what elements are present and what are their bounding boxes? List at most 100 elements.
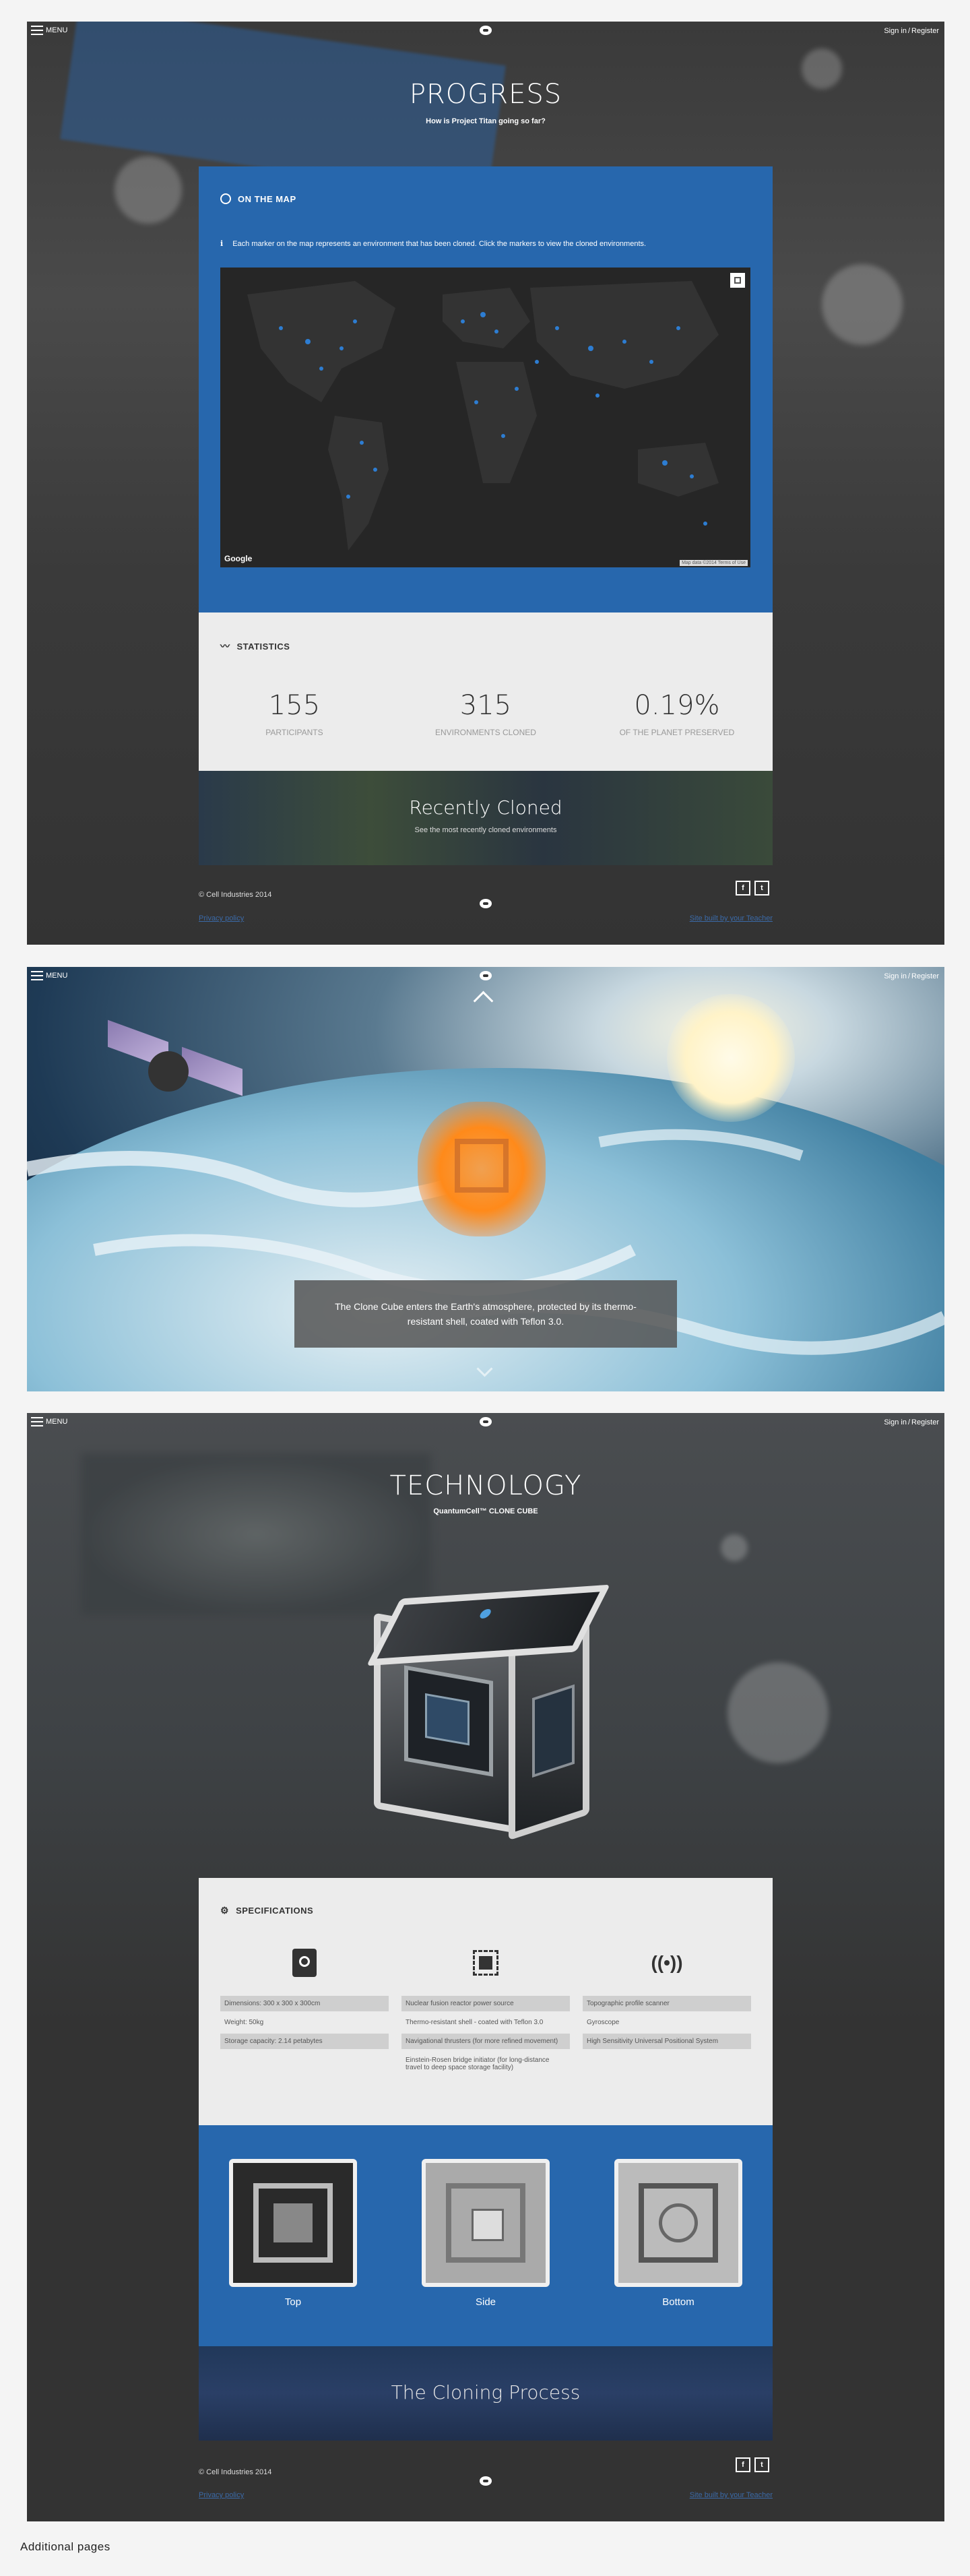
privacy-link[interactable]: Privacy policy xyxy=(199,2491,244,2499)
blurred-orb xyxy=(115,156,182,224)
globe-icon xyxy=(220,193,231,204)
hamburger-icon xyxy=(31,26,43,35)
stat-label: ENVIRONMENTS CLONED xyxy=(434,728,536,737)
menu-label: MENU xyxy=(46,26,68,34)
footer-logo-icon[interactable] xyxy=(480,899,492,908)
recently-cloned-banner[interactable]: Recently Cloned See the most recently cl… xyxy=(199,771,773,865)
spec-item: Storage capacity: 2.14 petabytes xyxy=(220,2034,389,2049)
spec-item: High Sensitivity Universal Positional Sy… xyxy=(583,2034,751,2049)
google-logo: Google xyxy=(224,554,253,563)
sign-in-link[interactable]: Sign in xyxy=(884,972,907,980)
spec-item: Dimensions: 300 x 300 x 300cm xyxy=(220,1996,389,2011)
sun-glow xyxy=(667,994,795,1122)
cube-view-bottom[interactable]: Bottom xyxy=(614,2159,742,2308)
menu-button[interactable]: MENU xyxy=(31,26,67,35)
auth-links: Sign in / Register xyxy=(884,972,939,980)
specifications-heading: ⚙ SPECIFICATIONS xyxy=(220,1905,313,1916)
spec-item: Navigational thrusters (for more refined… xyxy=(401,2034,570,2049)
credit-link[interactable]: Site built by your Teacher xyxy=(690,914,773,922)
stat-label: OF THE PLANET PRESERVED xyxy=(619,728,735,737)
sign-in-link[interactable]: Sign in xyxy=(884,1418,907,1426)
cube-side-image xyxy=(422,2159,550,2287)
stat-value: 0.19% xyxy=(634,690,720,721)
statistics-row: 155 PARTICIPANTS 315 ENVIRONMENTS CLONED… xyxy=(199,690,773,737)
atmosphere-page-panel: MENU Sign in / Register The Clone Cube ent… xyxy=(27,967,944,1391)
auth-separator: / xyxy=(907,1418,911,1426)
specifications-heading-label: SPECIFICATIONS xyxy=(236,1906,314,1916)
map-section: ON THE MAP i Each marker on the map repr… xyxy=(199,166,773,612)
map-attribution[interactable]: Map data ©2014 Terms of Use xyxy=(680,560,748,566)
hamburger-icon xyxy=(31,971,43,980)
burning-clone-cube xyxy=(418,1102,546,1236)
facebook-icon[interactable]: f xyxy=(736,2457,750,2472)
social-links: f t xyxy=(736,881,769,896)
story-caption: The Clone Cube enters the Earth's atmosp… xyxy=(335,1301,637,1327)
menu-label: MENU xyxy=(46,1418,68,1426)
map-info: i Each marker on the map represents an e… xyxy=(220,239,646,248)
menu-button[interactable]: MENU xyxy=(31,1417,67,1426)
stat-value: 315 xyxy=(459,690,512,721)
map-info-text: Each marker on the map represents an env… xyxy=(232,239,647,248)
statistics-heading-label: STATISTICS xyxy=(236,641,290,652)
cloning-process-banner[interactable]: The Cloning Process xyxy=(199,2346,773,2441)
auth-separator: / xyxy=(907,27,911,35)
cube-bottom-image xyxy=(614,2159,742,2287)
copyright: © Cell Industries 2014 xyxy=(199,891,272,899)
spec-item: Topographic profile scanner xyxy=(583,1996,751,2011)
specifications-section: ⚙ SPECIFICATIONS Dimensions: 300 x 300 x… xyxy=(199,1878,773,2125)
map-heading: ON THE MAP xyxy=(220,193,296,204)
spec-column-power: Nuclear fusion reactor power source Ther… xyxy=(401,1949,570,2079)
register-link[interactable]: Register xyxy=(911,972,939,980)
facebook-icon[interactable]: f xyxy=(736,881,750,896)
satellite-icon xyxy=(108,1019,243,1096)
spec-item: Weight: 50kg xyxy=(224,2019,264,2026)
top-bar: MENU Sign in / Register xyxy=(27,22,944,40)
clone-cube-illustration[interactable] xyxy=(347,1584,616,1854)
cloning-process-title: The Cloning Process xyxy=(391,2381,581,2404)
stat-label: PARTICIPANTS xyxy=(265,728,323,737)
top-bar: MENU Sign in / Register xyxy=(27,967,944,986)
sign-in-link[interactable]: Sign in xyxy=(884,27,907,35)
page-title: PROGRESS xyxy=(409,79,562,110)
twitter-icon[interactable]: t xyxy=(754,2457,769,2472)
page-subtitle: How is Project Titan going so far? xyxy=(426,117,546,125)
register-link[interactable]: Register xyxy=(911,1418,939,1426)
spec-column-sensors: ((•)) Topographic profile scanner Gyrosc… xyxy=(583,1949,751,2079)
cube-view-top[interactable]: Top xyxy=(229,2159,357,2308)
spec-item: Einstein-Rosen bridge initiator (for lon… xyxy=(406,2056,550,2071)
stat-value: 155 xyxy=(268,690,321,721)
technology-page-panel: MENU Sign in / Register TECHNOLOGY Quantum… xyxy=(27,1413,944,2521)
cell-logo-icon[interactable] xyxy=(480,1417,492,1426)
progress-page-panel: MENU Sign in / Register PROGRESS How is Pr… xyxy=(27,22,944,945)
cube-top-image xyxy=(229,2159,357,2287)
cell-logo-icon[interactable] xyxy=(480,971,492,980)
fullscreen-icon xyxy=(734,277,741,284)
menu-label: MENU xyxy=(46,972,68,980)
world-map[interactable]: Google Map data ©2014 Terms of Use xyxy=(220,268,750,567)
signal-icon: ((•)) xyxy=(651,1952,683,1973)
cube-view-side[interactable]: Side xyxy=(422,2159,550,2308)
register-link[interactable]: Register xyxy=(911,27,939,35)
statistics-section: 〰 STATISTICS 155 PARTICIPANTS 315 ENVIRO… xyxy=(199,612,773,771)
top-bar: MENU Sign in / Register xyxy=(27,1413,944,1432)
privacy-link[interactable]: Privacy policy xyxy=(199,914,244,922)
fullscreen-button[interactable] xyxy=(730,273,745,288)
blurred-orb xyxy=(721,1534,748,1561)
blurred-orb xyxy=(822,264,903,345)
page-footer-caption: Additional pages xyxy=(20,2540,110,2553)
footer-logo-icon[interactable] xyxy=(480,2476,492,2486)
hamburger-icon xyxy=(31,1417,43,1426)
info-icon: i xyxy=(220,239,224,248)
stat-environments: 315 ENVIRONMENTS CLONED xyxy=(390,690,581,737)
cell-logo-icon[interactable] xyxy=(480,26,492,35)
recently-cloned-title: Recently Cloned xyxy=(409,796,562,819)
hard-drive-icon xyxy=(292,1949,317,1977)
menu-button[interactable]: MENU xyxy=(31,971,67,980)
twitter-icon[interactable]: t xyxy=(754,881,769,896)
blurred-orb xyxy=(728,1662,829,1763)
spec-item: Nuclear fusion reactor power source xyxy=(401,1996,570,2011)
world-map-continents xyxy=(247,281,719,551)
credit-link[interactable]: Site built by your Teacher xyxy=(690,2491,773,2499)
page-title: TECHNOLOGY xyxy=(389,1470,582,1501)
cube-views-section: Top Side Bottom xyxy=(199,2125,773,2346)
